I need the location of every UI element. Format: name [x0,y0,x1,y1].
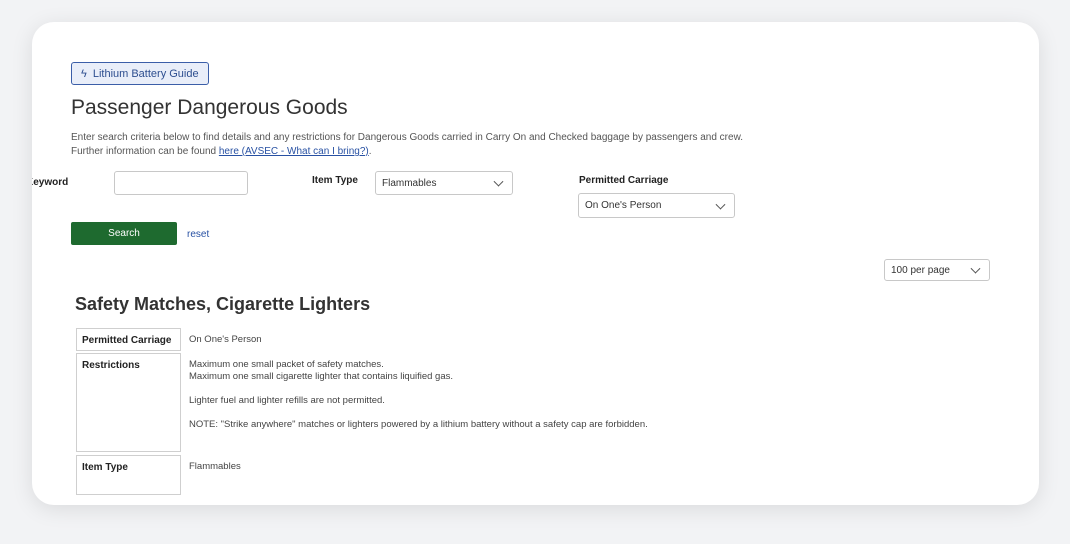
chevron-down-icon [493,176,504,187]
cell-line: Flammables [189,461,241,472]
item-type-value: Flammables [382,177,437,189]
description-suffix: . [368,146,372,157]
restrictions-cell-label: Restrictions [76,353,181,452]
item-type-select[interactable]: Flammables [375,171,513,195]
permitted-carriage-cell-value: On One's Person [189,334,262,346]
reset-link[interactable]: reset [187,229,209,240]
page-title: Passenger Dangerous Goods [71,96,348,119]
keyword-input[interactable] [114,171,248,195]
permitted-carriage-cell-label: Permitted Carriage [76,328,181,351]
permitted-carriage-label: Permitted Carriage [579,175,669,186]
item-type-cell-label: Item Type [76,455,181,495]
description-prefix: Further information can be found [71,146,219,157]
avsec-link[interactable]: here (AVSEC - What can I bring?) [219,146,369,157]
main-card: ϟ Lithium Battery Guide Passenger Danger… [32,22,1039,505]
restriction-line: NOTE: "Strike anywhere" matches or light… [189,419,648,430]
page-description: Enter search criteria below to find deta… [71,131,743,159]
permitted-carriage-select[interactable]: On One's Person [578,193,735,218]
per-page-value: 100 per page [891,264,950,276]
per-page-select[interactable]: 100 per page [884,259,990,281]
restriction-line: Maximum one small cigarette lighter that… [189,371,454,382]
restrictions-cell-value: Maximum one small packet of safety match… [189,359,648,431]
guide-button-label: Lithium Battery Guide [92,67,199,80]
item-type-cell-value: Flammables [189,461,241,473]
lightning-icon: ϟ [81,67,87,80]
description-line-2: Further information can be found here (A… [71,145,743,159]
description-line-1: Enter search criteria below to find deta… [71,132,744,143]
permitted-carriage-value: On One's Person [585,200,662,211]
restriction-spacer [189,407,648,419]
result-title: Safety Matches, Cigarette Lighters [75,294,371,314]
item-type-label: Item Type [312,175,358,186]
chevron-down-icon [970,263,981,274]
search-button[interactable]: Search [71,222,177,245]
chevron-down-icon [715,199,726,210]
lithium-battery-guide-button[interactable]: ϟ Lithium Battery Guide [71,62,209,85]
restriction-line: Maximum one small packet of safety match… [189,359,384,370]
cell-line: On One's Person [189,334,262,345]
keyword-label: Keyword [32,177,69,188]
restriction-spacer [189,383,648,395]
restriction-line: Lighter fuel and lighter refills are not… [189,395,385,406]
